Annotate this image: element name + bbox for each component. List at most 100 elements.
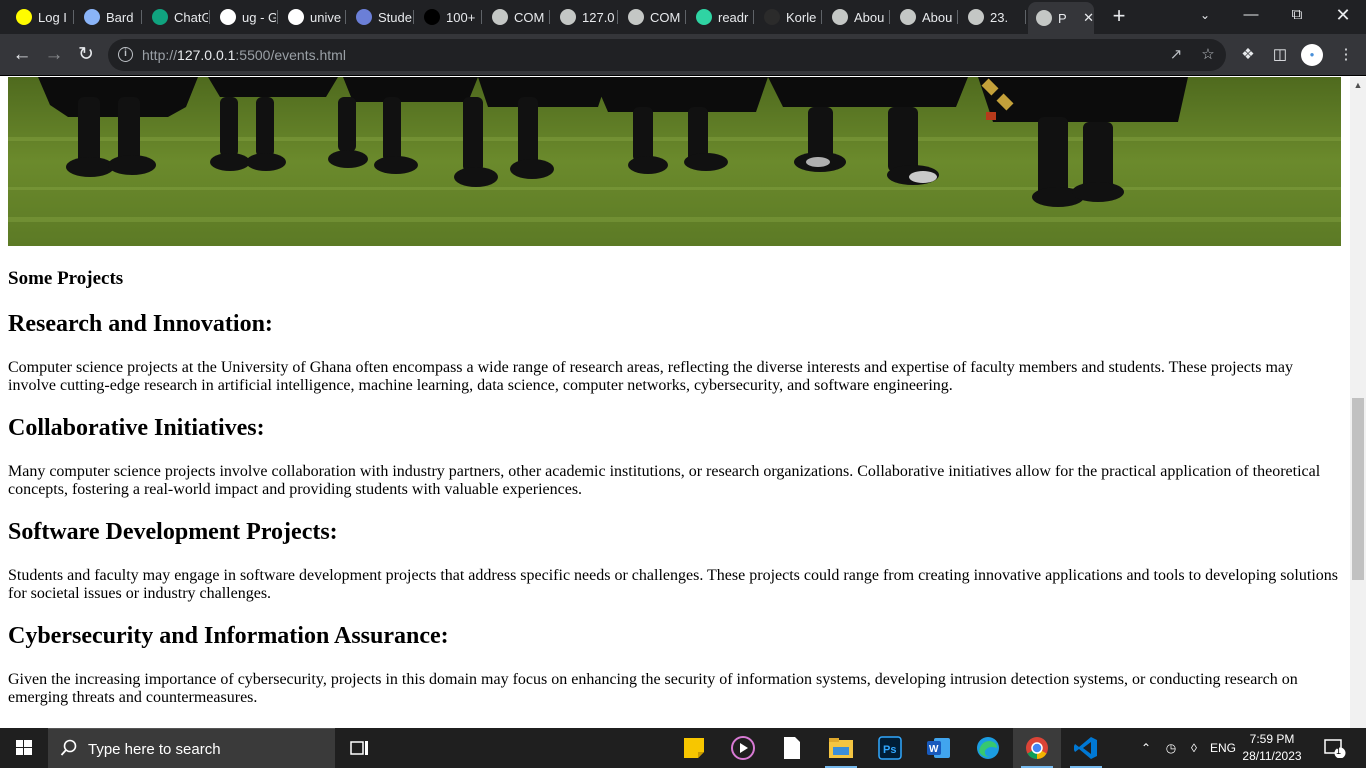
tab-search-chevron-icon[interactable]: ⌄ — [1182, 0, 1228, 32]
project-heading: Cybersecurity and Information Assurance: — [8, 623, 449, 649]
tab-separator — [617, 10, 618, 24]
tab-separator — [481, 10, 482, 24]
tab-title: P — [1058, 10, 1067, 26]
browser-tab[interactable]: Abou — [892, 4, 958, 30]
browser-tab[interactable]: 23. — [960, 4, 1026, 30]
clock-date: 28/11/2023 — [1242, 749, 1302, 763]
tab-separator — [685, 10, 686, 24]
browser-tab[interactable]: Abou — [824, 4, 890, 30]
graduation-photo — [8, 77, 1341, 246]
photoshop-icon[interactable]: Ps — [866, 728, 914, 768]
file-document-icon[interactable] — [768, 728, 816, 768]
browser-tab[interactable]: P ✕ — [1028, 2, 1094, 34]
tab-title: 127.0 — [582, 9, 615, 25]
network-wifi-icon[interactable]: ◷ — [1160, 728, 1182, 768]
scroll-up-arrow-icon[interactable]: ▲ — [1350, 77, 1366, 94]
browser-tab[interactable]: Korle — [756, 4, 822, 30]
file-explorer-icon[interactable] — [817, 728, 865, 768]
chrome-icon[interactable] — [1013, 728, 1061, 768]
tab-title: Abou — [854, 9, 885, 25]
google-icon — [220, 9, 236, 25]
close-window-button[interactable]: ✕ — [1320, 0, 1366, 32]
edge-browser-icon[interactable] — [964, 728, 1012, 768]
tab-title: Korle — [786, 9, 817, 25]
tab-separator — [1025, 10, 1026, 24]
page-scrollbar[interactable]: ▲ — [1350, 77, 1366, 728]
system-clock[interactable]: 7:59 PM 28/11/2023 — [1240, 731, 1304, 765]
tab-title: ug - G — [242, 9, 276, 25]
url-text[interactable]: http://127.0.0.1:5500/events.html — [142, 47, 346, 63]
media-player-icon[interactable] — [719, 728, 767, 768]
browser-tab[interactable]: 100+ — [416, 4, 482, 30]
tab-separator — [73, 10, 74, 24]
globe-icon — [968, 9, 984, 25]
project-body: Students and faculty may engage in softw… — [8, 567, 1338, 602]
new-tab-button[interactable]: + — [1108, 5, 1130, 27]
snapchat-icon — [16, 9, 32, 25]
bookmark-star-icon[interactable]: ☆ — [1198, 45, 1218, 65]
browser-tab[interactable]: COM — [620, 4, 686, 30]
tab-title: COM — [514, 9, 545, 25]
vscode-icon[interactable] — [1062, 728, 1110, 768]
clock-time: 7:59 PM — [1249, 732, 1295, 746]
minimize-button[interactable]: — — [1228, 0, 1274, 32]
close-tab-icon[interactable]: ✕ — [1083, 10, 1094, 26]
dark-circle-icon — [764, 9, 780, 25]
tab-separator — [821, 10, 822, 24]
tab-title: Bard — [106, 9, 134, 25]
browser-tab[interactable]: Log I — [8, 4, 74, 30]
tab-title: Stude — [378, 9, 412, 25]
tab-title: readr — [718, 9, 749, 25]
site-info-icon[interactable]: i — [118, 47, 133, 62]
back-arrow-icon[interactable]: ← — [8, 41, 36, 69]
address-bar[interactable]: i http://127.0.0.1:5500/events.html ↗ ☆ — [108, 39, 1226, 71]
project-body: Computer science projects at the Univers… — [8, 359, 1294, 394]
reload-icon[interactable]: ↻ — [72, 41, 100, 69]
start-windows-icon[interactable] — [0, 728, 48, 768]
browser-tab[interactable]: COM — [484, 4, 550, 30]
readme-icon — [696, 9, 712, 25]
tab-separator — [753, 10, 754, 24]
browser-tab[interactable]: Bard — [76, 4, 142, 30]
restore-button[interactable]: ⧉ — [1274, 0, 1320, 32]
browser-toolbar: ← → ↻ i http://127.0.0.1:5500/events.htm… — [0, 34, 1366, 76]
language-indicator[interactable]: ENG — [1208, 728, 1238, 768]
share-icon[interactable]: ↗ — [1166, 45, 1186, 65]
search-placeholder: Type here to search — [88, 741, 221, 758]
projects-content: Some Projects Research and Innovation: Co… — [8, 246, 1341, 728]
extensions-puzzle-icon[interactable]: ❖ — [1238, 45, 1258, 65]
browser-tab[interactable]: readr — [688, 4, 754, 30]
ug-crest-icon — [356, 9, 372, 25]
browser-tab[interactable]: 127.0 — [552, 4, 618, 30]
volume-icon[interactable]: ◊ — [1184, 728, 1204, 768]
sticky-notes-icon[interactable] — [670, 728, 718, 768]
globe-icon — [900, 9, 916, 25]
browser-tab[interactable]: unive — [280, 4, 346, 30]
url-host: 127.0.0.1 — [177, 47, 236, 63]
side-panel-icon[interactable]: ◫ — [1270, 45, 1290, 65]
word-icon[interactable]: W — [915, 728, 963, 768]
tab-separator — [345, 10, 346, 24]
tab-title: Log I — [38, 9, 67, 25]
browser-tab[interactable]: ug - G — [212, 4, 278, 30]
taskbar-search-box[interactable]: Type here to search — [48, 728, 335, 768]
tab-separator — [889, 10, 890, 24]
kebab-menu-icon[interactable]: ⋮ — [1336, 45, 1356, 65]
profile-avatar[interactable]: ● — [1301, 44, 1323, 66]
url-scheme: http:// — [142, 47, 178, 63]
svg-text:Ps: Ps — [883, 744, 896, 756]
globe-icon — [492, 9, 508, 25]
svg-text:W: W — [929, 744, 939, 755]
dark-app-icon — [424, 9, 440, 25]
tab-title: unive — [310, 9, 342, 25]
section-title: Some Projects — [8, 268, 124, 289]
notification-center-icon[interactable]: 1 — [1320, 728, 1350, 768]
browser-tab[interactable]: Stude — [348, 4, 414, 30]
forward-arrow-icon[interactable]: → — [40, 41, 68, 69]
scrollbar-thumb[interactable] — [1352, 398, 1364, 580]
browser-tab[interactable]: ChatG — [144, 4, 210, 30]
tab-separator — [549, 10, 550, 24]
task-view-icon[interactable] — [336, 728, 384, 768]
show-hidden-icons-chevron-icon[interactable]: ⌃ — [1136, 728, 1156, 768]
globe-icon — [832, 9, 848, 25]
